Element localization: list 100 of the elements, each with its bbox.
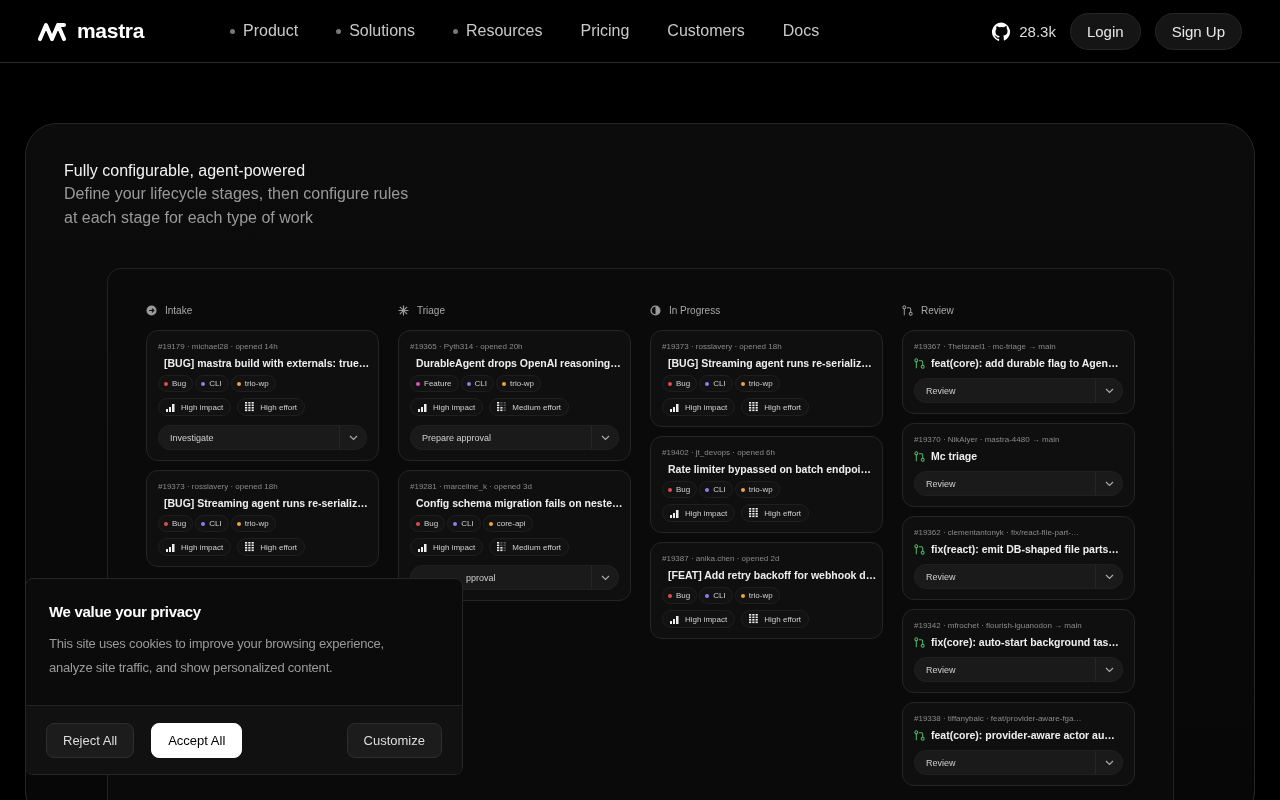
badge-label: High impact: [181, 542, 224, 552]
action-select[interactable]: Review: [914, 750, 1123, 775]
action-select[interactable]: Investigate: [158, 425, 367, 450]
signup-button[interactable]: Sign Up: [1154, 12, 1242, 50]
card-title: Mc triage: [931, 450, 978, 462]
badge-label: High impact: [433, 402, 476, 412]
chevron-down-icon: [1104, 387, 1114, 394]
nav-link[interactable]: Customers: [648, 22, 764, 40]
bars-icon: [418, 542, 428, 552]
card-meta: #19402 · jt_devops · opened 6h: [662, 448, 776, 457]
column-title: Intake: [165, 304, 193, 316]
tag-label: trio-wp: [748, 485, 773, 494]
logo-text[interactable]: mastra: [77, 19, 145, 43]
pull-request-icon: [914, 729, 925, 741]
feature-title: Fully configurable, agent-powered: [64, 162, 307, 180]
tag-label: CLI: [474, 379, 488, 388]
bars-icon: [166, 402, 176, 412]
card-title: [BUG] Streaming agent runs re-serializ…: [164, 497, 368, 509]
card-title: Rate limiter bypassed on batch endpoi…: [668, 463, 872, 475]
tag-label: CLI: [713, 591, 726, 600]
grid-icon: [245, 402, 256, 412]
chevron-down-icon: [348, 434, 358, 441]
bars-icon: [670, 508, 680, 518]
cookie-title: We value your privacy: [49, 603, 202, 620]
tag-label: CLI: [713, 379, 726, 388]
badge-label: High impact: [181, 402, 224, 412]
github-stars-link[interactable]: 28.3k: [992, 21, 1056, 41]
half-circle-icon: [650, 304, 661, 316]
nav-link[interactable]: Solutions: [317, 22, 434, 40]
nav-link[interactable]: Docs: [763, 22, 839, 40]
bars-icon: [166, 542, 176, 552]
card-meta: #19370 · NikAiyer · mastra-4480 → main: [914, 435, 1061, 444]
badge-label: Medium effort: [512, 542, 561, 552]
card-meta: #19281 · marceline_k · opened 3d: [410, 482, 533, 491]
column-title: Review: [921, 304, 954, 316]
action-select[interactable]: Prepare approval: [410, 425, 619, 450]
tag-label: Bug: [172, 519, 187, 528]
badge-label: High effort: [260, 542, 297, 552]
login-button[interactable]: Login: [1069, 12, 1141, 50]
tag-label: Bug: [172, 379, 187, 388]
action-select[interactable]: Review: [914, 657, 1123, 682]
card-title: [BUG] mastra build with externals: true…: [164, 357, 370, 369]
badge-label: High impact: [685, 402, 728, 412]
badge-label: High effort: [260, 402, 297, 412]
customize-button[interactable]: Customize: [346, 722, 442, 758]
card-title: [FEAT] Add retry backoff for webhook d…: [668, 569, 877, 581]
card-meta: #19387 · anika.chen · opened 2d: [662, 554, 781, 563]
grid-icon: [749, 508, 760, 518]
tag-label: core-api: [496, 519, 526, 528]
grid-icon: [749, 402, 760, 412]
tag-label: CLI: [209, 519, 222, 528]
action-select[interactable]: Review: [914, 378, 1123, 403]
badge-label: High effort: [764, 508, 801, 518]
pull-request-icon: [914, 543, 925, 555]
tag-label: trio-wp: [510, 379, 535, 388]
tag-label: trio-wp: [244, 379, 269, 388]
bars-icon: [670, 402, 680, 412]
accept-button[interactable]: Accept All: [151, 722, 243, 758]
badge-label: High impact: [685, 508, 728, 518]
grid-icon: [245, 542, 256, 552]
action-select[interactable]: Review: [914, 471, 1123, 496]
card-title: DurableAgent drops OpenAI reasoning…: [416, 357, 621, 369]
card-meta: #19342 · mfrochet · flourish-iguanodon → main: [914, 621, 1083, 630]
feature-description: Define your lifecycle stages, then configure rules at each stage for each type of work: [64, 184, 410, 228]
tag-label: Bug: [424, 519, 439, 528]
card-title: Config schema migration fails on neste…: [416, 497, 623, 509]
chevron-down-icon: [1104, 666, 1114, 673]
logo-icon: [38, 21, 69, 41]
tag-label: trio-wp: [748, 379, 773, 388]
grid-icon: [497, 542, 508, 552]
nav-link[interactable]: Product: [211, 22, 318, 40]
tag-label: trio-wp: [244, 519, 269, 528]
bars-icon: [670, 614, 680, 624]
tag-label: Bug: [676, 379, 691, 388]
card-title: fix(react): emit DB-shaped file parts…: [931, 543, 1119, 555]
pull-request-icon: [914, 357, 925, 369]
badge-label: Medium effort: [512, 402, 561, 412]
grid-icon: [497, 402, 508, 412]
badge-label: High effort: [764, 614, 801, 624]
nav-link[interactable]: Resources: [433, 22, 562, 40]
tag-label: CLI: [713, 485, 726, 494]
action-select[interactable]: Review: [914, 564, 1123, 589]
badge-label: High impact: [685, 614, 728, 624]
reject-button[interactable]: Reject All: [46, 722, 135, 758]
column-title: Triage: [417, 304, 445, 316]
badge-label: High effort: [764, 402, 801, 412]
pull-request-icon: [914, 636, 925, 648]
tag-label: Feature: [424, 379, 452, 388]
bars-icon: [418, 402, 428, 412]
chevron-down-icon: [1104, 480, 1114, 487]
card-meta: #19373 · rosslavery · opened 18h: [158, 482, 279, 491]
card-meta: #19362 · clementantonyk · fix/react-file-part-…: [914, 528, 1080, 537]
card-meta: #19179 · michael28 · opened 14h: [158, 342, 279, 351]
tag-label: Bug: [676, 591, 691, 600]
arrow-circle-icon: [146, 304, 157, 316]
chevron-down-icon: [1104, 759, 1114, 766]
column-title: In Progress: [669, 304, 721, 316]
nav-link[interactable]: Pricing: [561, 22, 649, 40]
sparkle-icon: [398, 304, 409, 316]
tag-label: trio-wp: [748, 591, 773, 600]
